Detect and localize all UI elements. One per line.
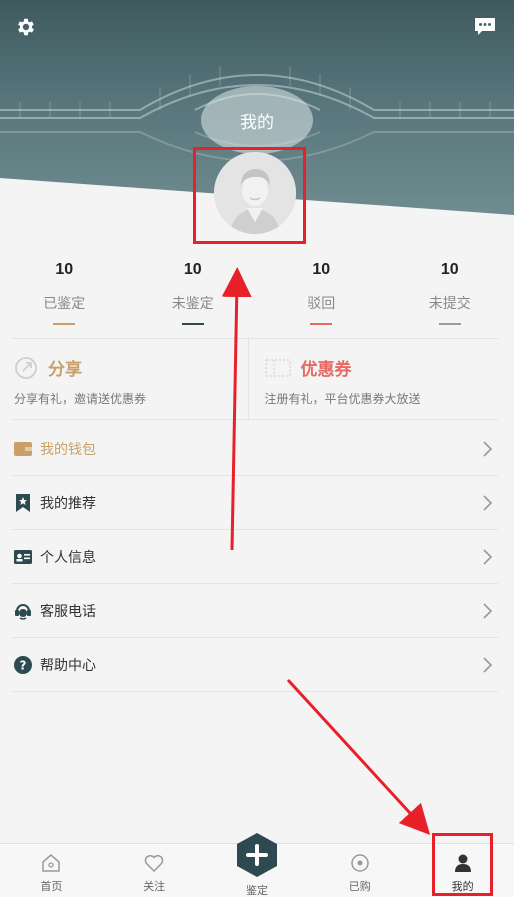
tab-home[interactable]: 首页 bbox=[0, 844, 103, 897]
menu-label: 客服电话 bbox=[40, 602, 96, 619]
menu-item-help[interactable]: ? 帮助中心 bbox=[12, 638, 498, 692]
chat-bubble-icon[interactable] bbox=[472, 14, 498, 40]
stat-underline bbox=[53, 323, 76, 325]
tab-follow[interactable]: 关注 bbox=[103, 844, 206, 897]
menu-label: 我的推荐 bbox=[40, 494, 96, 511]
plus-hexagon-icon[interactable] bbox=[236, 832, 278, 878]
tab-appraise[interactable]: 鉴定 bbox=[206, 833, 309, 897]
chevron-right-icon bbox=[483, 441, 493, 457]
stat-rejected[interactable]: 10 驳回 bbox=[257, 255, 386, 325]
tab-label: 鉴定 bbox=[245, 885, 268, 897]
tab-purchased[interactable]: 已购 bbox=[308, 844, 411, 897]
coupon-icon bbox=[264, 358, 291, 377]
stat-underline bbox=[438, 323, 461, 325]
menu-item-personal-info[interactable]: 个人信息 bbox=[12, 530, 498, 584]
share-subtitle: 分享有礼，邀请送优惠券 bbox=[14, 392, 147, 406]
stat-appraised[interactable]: 10 已鉴定 bbox=[0, 255, 129, 325]
help-circle-icon: ? bbox=[14, 655, 32, 674]
menu-label: 我的钱包 bbox=[40, 440, 96, 457]
stat-count: 10 bbox=[312, 261, 331, 278]
headset-icon bbox=[14, 602, 32, 620]
home-icon bbox=[40, 852, 62, 874]
bookmark-star-icon bbox=[14, 493, 32, 512]
stat-underline bbox=[310, 323, 333, 325]
menu-list: 我的钱包 我的推荐 个人信息 客服电话 ? 帮助中心 bbox=[12, 422, 498, 692]
promo-row: 分享 分享有礼，邀请送优惠券 优惠券 注册有礼，平台优惠券大放送 bbox=[12, 338, 498, 420]
stat-count: 10 bbox=[183, 261, 202, 278]
menu-item-wallet[interactable]: 我的钱包 bbox=[12, 422, 498, 476]
share-card[interactable]: 分享 分享有礼，邀请送优惠券 bbox=[12, 339, 248, 419]
menu-label: 个人信息 bbox=[40, 548, 96, 565]
stat-label: 未提交 bbox=[428, 295, 471, 311]
heart-icon bbox=[143, 852, 165, 874]
stat-count: 10 bbox=[440, 261, 459, 278]
stats-row: 10 已鉴定 10 未鉴定 10 驳回 10 未提交 bbox=[0, 255, 514, 325]
menu-label: 帮助中心 bbox=[40, 656, 96, 673]
purchased-icon bbox=[349, 852, 371, 874]
tab-mine-highlight-box bbox=[432, 833, 493, 896]
stat-label: 已鉴定 bbox=[43, 295, 86, 311]
stat-label: 未鉴定 bbox=[171, 295, 214, 311]
menu-item-customer-service[interactable]: 客服电话 bbox=[12, 584, 498, 638]
share-title: 分享 bbox=[48, 360, 82, 379]
gear-icon[interactable] bbox=[13, 14, 39, 40]
avatar-highlight-box bbox=[193, 147, 306, 244]
page-title: 我的 bbox=[240, 113, 274, 132]
stat-unsubmitted[interactable]: 10 未提交 bbox=[386, 255, 514, 325]
wallet-icon bbox=[14, 440, 32, 458]
stat-label: 驳回 bbox=[307, 295, 336, 311]
coupon-subtitle: 注册有礼，平台优惠券大放送 bbox=[264, 392, 421, 406]
coupon-card[interactable]: 优惠券 注册有礼，平台优惠券大放送 bbox=[247, 339, 499, 419]
arrow-to-mine-tab bbox=[286, 678, 431, 836]
stat-unappraised[interactable]: 10 未鉴定 bbox=[129, 255, 258, 325]
tab-label: 首页 bbox=[40, 881, 63, 893]
stat-underline bbox=[181, 323, 204, 325]
tab-label: 已购 bbox=[348, 881, 371, 893]
share-icon bbox=[15, 356, 37, 379]
tab-label: 关注 bbox=[143, 881, 166, 893]
chevron-right-icon bbox=[483, 603, 493, 619]
chevron-right-icon bbox=[483, 549, 493, 565]
svg-text:?: ? bbox=[20, 658, 27, 672]
chevron-right-icon bbox=[483, 495, 493, 511]
chevron-right-icon bbox=[483, 657, 493, 673]
menu-item-recommend[interactable]: 我的推荐 bbox=[12, 476, 498, 530]
id-card-icon bbox=[14, 548, 32, 566]
stat-count: 10 bbox=[55, 261, 74, 278]
coupon-title: 优惠券 bbox=[300, 360, 352, 379]
